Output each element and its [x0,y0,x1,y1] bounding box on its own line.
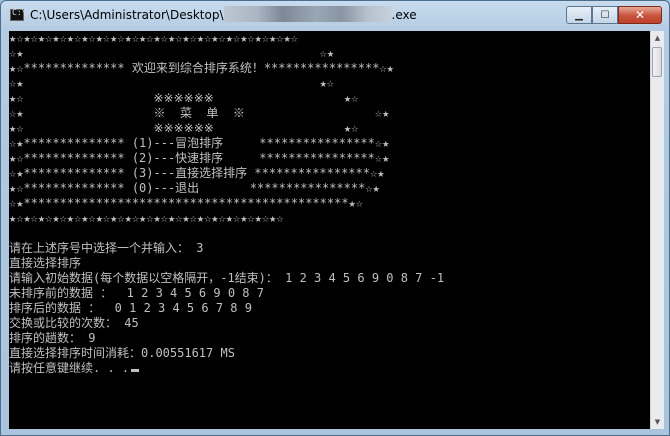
console-lines: ★☆★☆★☆★☆★☆★☆★☆★☆★☆★☆★☆★☆★☆★☆★☆★☆★☆★☆★☆★☆… [9,31,650,376]
maximize-icon: ☐ [600,9,610,21]
console-line: ☆★ ☆★ [9,46,335,60]
redacted-filename [223,6,392,22]
console-line: 未排序前的数据 ： 1 2 3 4 5 6 9 0 8 7 [9,286,264,300]
console-output-area[interactable]: ★☆★☆★☆★☆★☆★☆★☆★☆★☆★☆★☆★☆★☆★☆★☆★☆★☆★☆★☆★☆… [9,31,650,429]
console-line: 请按任意键继续. . . [9,361,650,376]
scrollbar-thumb[interactable] [652,47,662,77]
window-controls: ▁ ☐ ✕ [566,6,662,24]
maximize-button[interactable]: ☐ [592,6,618,24]
console-line: ★☆ ※※※※※※ ★☆ [9,121,359,135]
scroll-down-arrow-icon[interactable]: ▼ [651,415,664,429]
console-line: ☆★************** (1)---冒泡排序 ************… [9,136,390,150]
console-line: ☆★************** (3)---直接选择排序 **********… [9,166,385,180]
minimize-icon: ▁ [575,9,583,21]
console-line: ★☆ ※※※※※※ ★☆ [9,91,359,105]
console-line: 请输入初始数据(每个数据以空格隔开，-1结束)： 1 2 3 4 5 6 9 0… [9,271,445,285]
console-line: ☆★**************************************… [9,196,364,210]
console-line: 排序的趟数： 9 [9,331,96,345]
close-button[interactable]: ✕ [618,6,662,24]
console-app-icon[interactable]: C:\ [10,8,26,21]
console-line: ★☆★☆★☆★☆★☆★☆★☆★☆★☆★☆★☆★☆★☆★☆★☆★☆★☆★☆★☆★☆ [9,31,298,45]
console-line: 请在上述序号中选择一个并输入： 3 [9,241,204,255]
window-title-path: C:\Users\Administrator\Desktop\ [30,8,224,22]
minimize-button[interactable]: ▁ [566,6,592,24]
scroll-up-arrow-icon[interactable]: ▲ [651,31,664,45]
console-line: ☆★ ★☆ [9,76,335,90]
console-window: C:\ C:\Users\Administrator\Desktop\ .exe … [0,0,670,436]
window-title: C:\Users\Administrator\Desktop\ .exe [30,6,417,22]
console-line: ★☆★☆★☆★☆★☆★☆★☆★☆★☆★☆★☆★☆★☆★☆★☆★☆★☆★☆★☆ [9,211,284,225]
close-icon: ✕ [634,8,646,22]
console-line: 排序后的数据 ： 0 1 2 3 4 5 6 7 8 9 [9,301,252,315]
console-line: ☆★ ※ 菜 单 ※ ☆★ [9,106,390,120]
console-line: 交换或比较的次数： 45 [9,316,139,330]
vertical-scrollbar[interactable]: ▲ ▼ [650,31,664,429]
title-bar[interactable]: C:\ C:\Users\Administrator\Desktop\ .exe … [1,1,669,31]
console-line: ★☆************** (0)---退出 **************… [9,181,380,195]
console-line: ★☆************** (2)---快速排序 ************… [9,151,390,165]
console-line: 直接选择排序时间消耗：0.00551617 MS [9,346,235,360]
window-title-extension: .exe [391,8,417,22]
console-line: ★☆************** 欢迎来到综合排序系统！************… [9,61,394,75]
console-line: 直接选择排序 [9,256,82,270]
text-cursor [131,369,140,372]
